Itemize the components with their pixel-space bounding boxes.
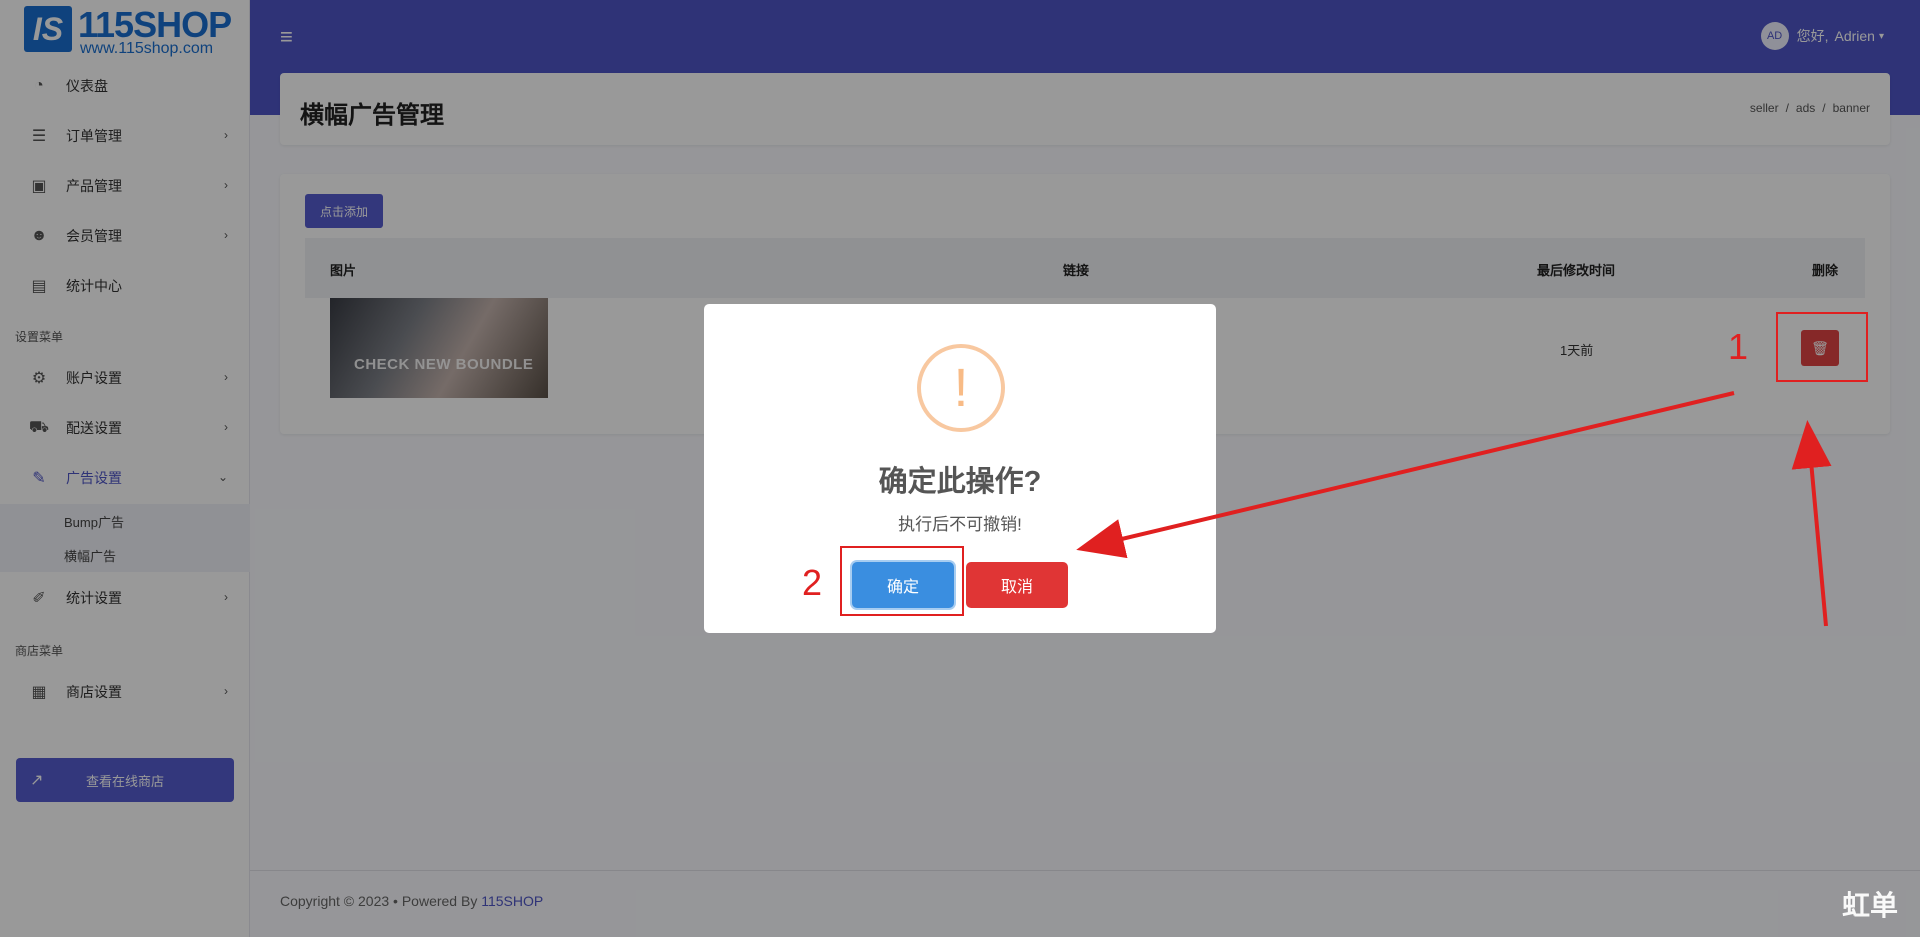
watermark: 虹单 — [1841, 890, 1898, 921]
arrow-to-confirm — [1076, 391, 1735, 559]
annotation-arrows — [1076, 391, 1832, 627]
arrow-to-delete — [1791, 420, 1832, 627]
